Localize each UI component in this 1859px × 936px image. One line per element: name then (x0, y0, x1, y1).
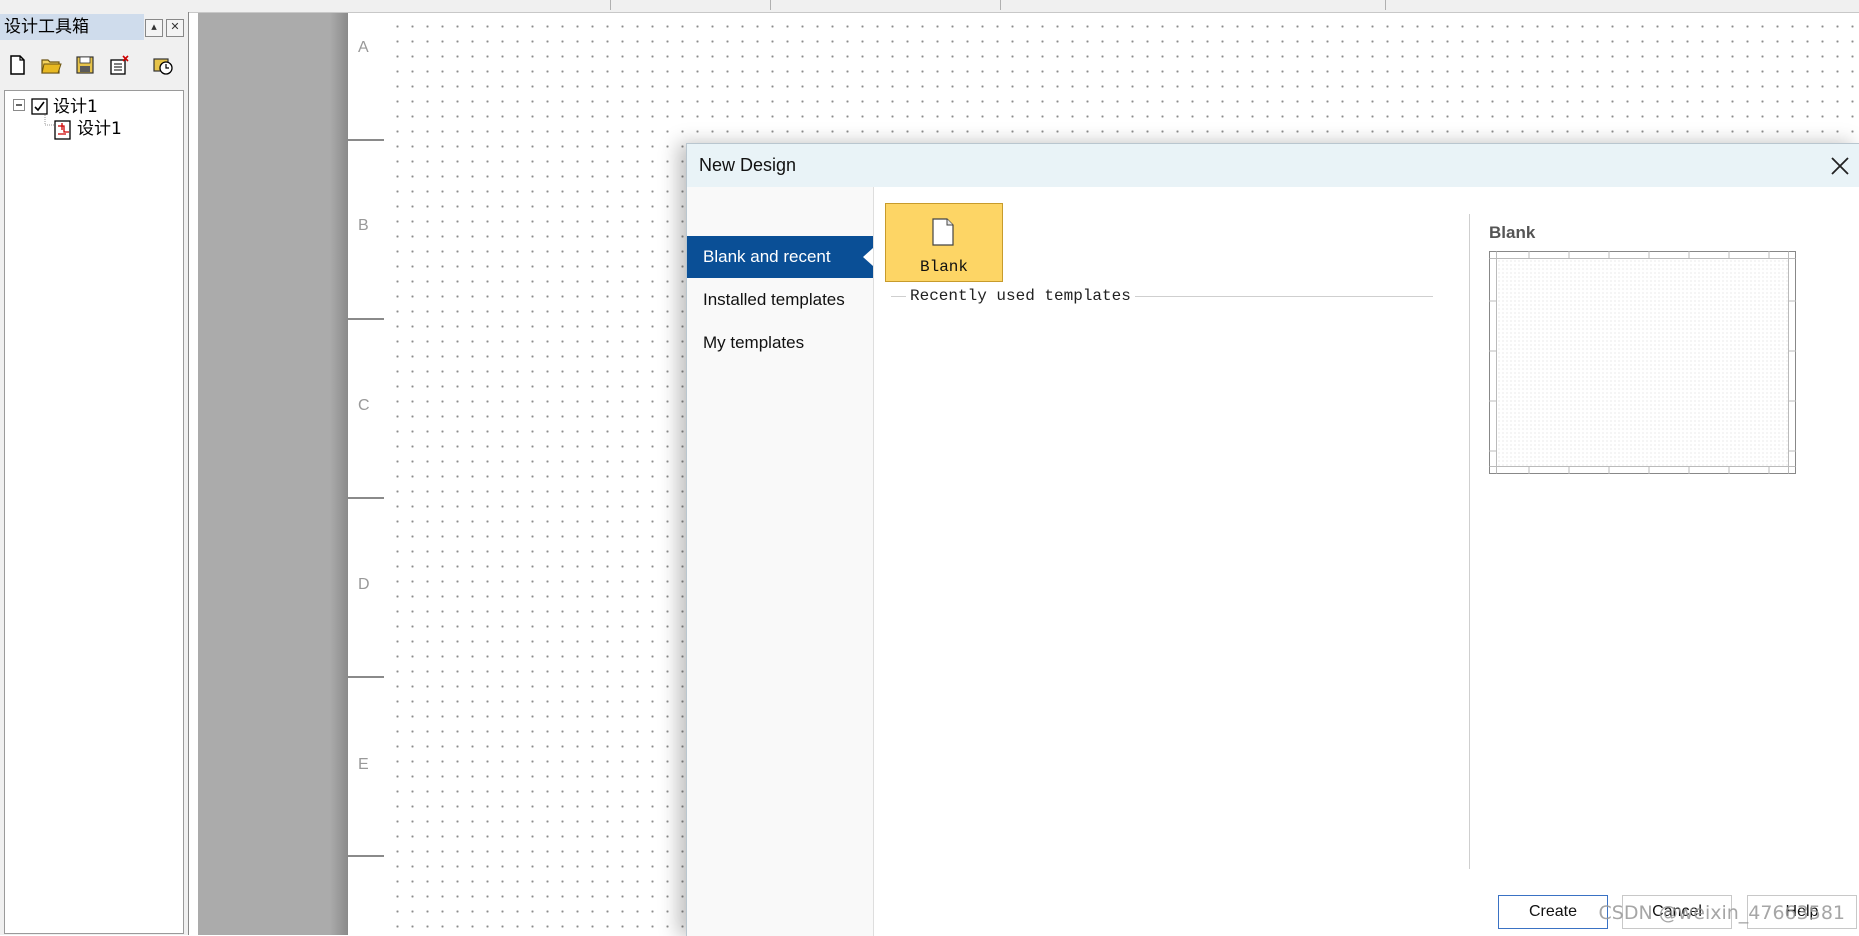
create-button[interactable]: Create (1498, 895, 1608, 929)
nav-blank-and-recent[interactable]: Blank and recent (687, 236, 873, 278)
new-design-dialog: New Design Blank and recent Installed te… (686, 143, 1859, 936)
toolbar-fragment (590, 0, 611, 10)
blank-template-tile[interactable]: Blank (885, 203, 1003, 282)
toolbox-title: 设计工具箱 (0, 14, 144, 40)
top-toolbar-strip (0, 0, 1859, 13)
dialog-titlebar: New Design (687, 144, 1859, 187)
csdn-watermark: CSDN @weixin_47663581 (1598, 902, 1846, 924)
close-document-icon[interactable] (108, 54, 130, 76)
ruler-tick (348, 855, 384, 857)
toolbox-icon-bar (4, 52, 184, 82)
settings-clock-icon[interactable] (152, 54, 174, 76)
recent-templates-group: Recently used templates (891, 287, 1433, 305)
blank-document-icon (932, 218, 954, 246)
recent-templates-label: Recently used templates (906, 287, 1135, 305)
design-toolbox-panel: 设计工具箱 ▴ ✕ 设计1 设计1 (0, 12, 189, 935)
blank-template-label: Blank (919, 258, 968, 276)
design-tree: 设计1 设计1 (4, 90, 184, 934)
nav-my-templates[interactable]: My templates (687, 322, 873, 364)
page-shadow (330, 13, 348, 935)
tree-item-label: 设计1 (77, 119, 122, 139)
blank-template-preview (1489, 251, 1796, 474)
save-icon[interactable] (74, 54, 96, 76)
ruler-label-d: D (358, 576, 370, 593)
workspace-background (198, 13, 346, 935)
tree-item-label: 设计1 (53, 97, 98, 117)
collapse-toggle-icon[interactable] (13, 99, 25, 111)
sheet-ruler: A B C D E (347, 13, 385, 935)
ruler-label-c: C (358, 397, 370, 414)
ruler-tick (348, 139, 384, 141)
ruler-label-a: A (358, 39, 369, 56)
ruler-label-b: B (358, 217, 369, 234)
toolbar-fragment (840, 0, 1001, 10)
toolbar-fragment (690, 0, 771, 10)
ruler-tick (348, 497, 384, 499)
nav-installed-templates[interactable]: Installed templates (687, 279, 873, 321)
ruler-tick (348, 318, 384, 320)
preview-title: Blank (1489, 223, 1536, 242)
open-folder-icon[interactable] (40, 54, 62, 76)
toolbar-fragment (1100, 0, 1386, 10)
preview-separator (1469, 214, 1470, 869)
new-file-icon[interactable] (6, 54, 28, 76)
toolbox-pin-button[interactable]: ▴ (145, 19, 163, 37)
schematic-sheet-icon (54, 120, 71, 140)
toolbox-close-button[interactable]: ✕ (166, 19, 184, 37)
close-icon[interactable] (1820, 146, 1859, 186)
dialog-title: New Design (699, 155, 797, 175)
ruler-label-e: E (358, 756, 369, 773)
checked-design-icon (31, 98, 48, 115)
ruler-tick (348, 676, 384, 678)
template-category-nav: Blank and recent Installed templates My … (687, 187, 874, 936)
